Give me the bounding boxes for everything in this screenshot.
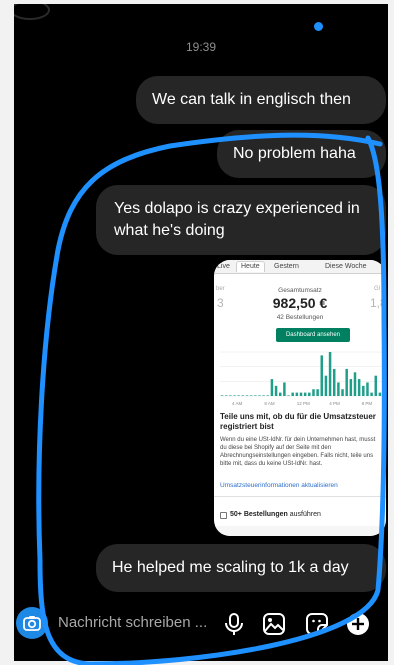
message-bubble[interactable]: We can talk in englisch then xyxy=(136,76,386,124)
chart-bar xyxy=(312,389,315,396)
chart-bar xyxy=(357,379,361,396)
chart-bar xyxy=(303,392,307,396)
chart-bar xyxy=(353,372,357,396)
fulfill-orders-task: 50+ Bestellungen ausführen xyxy=(230,511,321,518)
message-input[interactable]: Nachricht schreiben ... xyxy=(58,614,207,631)
chart-bar xyxy=(283,382,286,396)
message-bubble[interactable]: He helped me scaling to 1k a day xyxy=(96,544,386,592)
gallery-icon[interactable] xyxy=(261,611,287,637)
chart-tick-label: 8 AM xyxy=(264,401,275,406)
chart-bar xyxy=(270,379,274,396)
total-sales-value: 982,50 € xyxy=(272,295,328,311)
total-sales-label: Gesamtumsatz xyxy=(278,287,322,294)
chart-bar xyxy=(374,375,378,396)
microphone-icon[interactable] xyxy=(221,611,247,637)
tax-info-link: Umsatzsteuerinformationen aktualisieren xyxy=(220,482,338,489)
status-bar xyxy=(14,4,388,24)
camera-icon xyxy=(23,616,41,631)
chart-bar xyxy=(320,355,324,396)
chart-tick-label: 8 PM xyxy=(362,401,373,406)
chart-bar xyxy=(362,385,365,396)
chart-bar xyxy=(262,395,265,396)
message-bubble[interactable]: No problem haha xyxy=(217,130,386,178)
hourly-sales-chart: 4 AM 8 AM 12 PM 4 PM 8 PM xyxy=(220,351,382,406)
chart-bar xyxy=(345,368,348,396)
message-timestamp: 19:39 xyxy=(185,40,217,54)
annotation-dot xyxy=(314,22,323,31)
card-footer xyxy=(214,526,386,536)
chart-bar xyxy=(378,392,382,396)
chart-bar xyxy=(258,395,261,396)
orders-count: 42 Bestellungen xyxy=(276,314,324,321)
chart-bar xyxy=(241,395,245,396)
chart-bar xyxy=(337,382,340,396)
chart-bar xyxy=(341,389,344,396)
top-edge-arc xyxy=(14,4,50,20)
tab-yesterday: Gestern xyxy=(274,263,299,270)
checkbox-icon xyxy=(220,512,227,519)
message-composer: Nachricht schreiben ... xyxy=(14,601,388,649)
chart-bar xyxy=(316,389,319,396)
chart-bar xyxy=(237,395,240,396)
message-bubble[interactable]: Yes dolapo is crazy experienced in what … xyxy=(96,185,386,255)
chart-bar xyxy=(324,375,328,396)
chart-bar xyxy=(278,392,282,396)
chart-bar xyxy=(308,392,311,396)
chart-bar xyxy=(287,395,290,396)
chart-bar xyxy=(224,395,228,396)
chart-bar xyxy=(233,395,236,396)
tax-card-title: Teile uns mit, ob du für die Umsatzsteue… xyxy=(220,412,376,431)
chat-screen: 19:39 We can talk in englisch then No pr… xyxy=(14,4,388,661)
chart-bar xyxy=(249,395,253,396)
analytics-tabs: Live Heute Gestern Diese Woche xyxy=(214,260,386,274)
chart-bar xyxy=(254,395,257,396)
chart-bar xyxy=(295,392,299,396)
chart-bar xyxy=(328,352,332,396)
shared-image-shopify-dashboard[interactable]: Live Heute Gestern Diese Woche ber 3 Gl … xyxy=(214,260,386,536)
chart-bar xyxy=(299,392,303,396)
chart-bar xyxy=(332,368,336,396)
chart-bar xyxy=(291,392,294,396)
chart-bar xyxy=(266,395,270,396)
tab-this-week: Diese Woche xyxy=(325,263,367,270)
chart-bar xyxy=(220,395,224,396)
tab-live: Live xyxy=(217,263,230,270)
camera-button[interactable] xyxy=(16,607,48,639)
chart-tick-label: 4 PM xyxy=(329,401,340,406)
tab-today: Heute xyxy=(236,261,265,272)
chart-bar xyxy=(229,395,232,396)
orders-task-rest: ausführen xyxy=(287,511,321,518)
orders-task-bold: 50+ Bestellungen xyxy=(230,511,288,518)
chart-tick-label: 4 AM xyxy=(232,401,243,406)
sticker-icon[interactable] xyxy=(304,611,330,637)
chart-bar xyxy=(274,385,278,396)
chart-bar xyxy=(370,392,373,396)
chart-bar xyxy=(366,382,369,396)
view-dashboard-button: Dashboard ansehen xyxy=(276,328,350,342)
add-icon[interactable] xyxy=(345,611,371,637)
divider xyxy=(214,496,386,497)
tax-card-text: Wenn du eine USt-IdNr. für dein Unterneh… xyxy=(220,437,376,467)
chart-tick-label: 12 PM xyxy=(297,401,310,406)
chart-bar xyxy=(245,395,249,396)
chart-bar xyxy=(349,379,353,396)
